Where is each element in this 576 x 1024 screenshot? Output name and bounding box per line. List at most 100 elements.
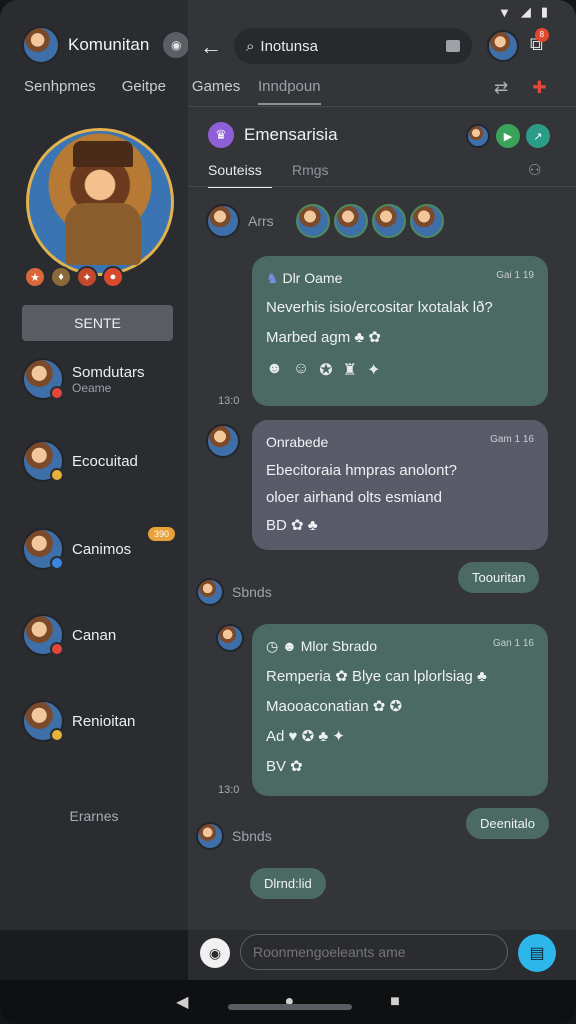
status-dot xyxy=(50,468,64,482)
friend-item[interactable]: Ecocuitad xyxy=(22,440,138,482)
sender-avatar[interactable] xyxy=(216,624,244,652)
hat-shape xyxy=(73,141,133,167)
friend-item[interactable]: Canan xyxy=(22,614,116,656)
message-text: Remperia ✿ Blye can lplorlsiag ♣ xyxy=(266,668,487,685)
notification-icon[interactable]: ⧉ 8 xyxy=(530,28,549,55)
friend-sub: Oeame xyxy=(72,380,112,395)
search-value: Inotunsa xyxy=(260,37,318,55)
sender-row xyxy=(216,624,244,652)
profile-avatar[interactable] xyxy=(487,30,519,62)
friend-name: Ecocuitad xyxy=(72,452,138,470)
video-icon[interactable]: ▶ xyxy=(496,124,520,148)
sender-avatar[interactable] xyxy=(196,578,224,606)
camera-icon[interactable]: ◉ xyxy=(163,32,190,58)
back-arrow-icon[interactable]: ← xyxy=(200,34,222,60)
user-avatar[interactable] xyxy=(22,26,60,64)
tab-rmgs[interactable]: Rmgs xyxy=(292,162,329,178)
count-badge: 390 xyxy=(148,527,176,541)
add-user-icon[interactable]: ⚇ xyxy=(528,161,541,179)
message-text: BD ✿ ♣ xyxy=(266,517,318,534)
send-button[interactable]: ▤ xyxy=(518,934,556,972)
message-title: Onrabede xyxy=(266,434,329,450)
back-nav-icon[interactable]: ◀ xyxy=(176,992,188,1012)
emoji-icon: ✪ xyxy=(319,362,333,379)
app-header: Komunitan ◉ xyxy=(22,26,190,64)
friend-item[interactable]: Renioitan xyxy=(22,700,135,742)
friend-name: Renioitan xyxy=(72,712,136,730)
emoji-icon: ✦ xyxy=(366,362,381,379)
divider xyxy=(188,186,576,187)
tab-senhpmes[interactable]: Senhpmes xyxy=(24,78,96,95)
message-title: ◷ ☻ Mlor Sbrado xyxy=(266,638,377,654)
tab-inndpoun[interactable]: Inndpoun xyxy=(258,78,321,105)
message-bubble[interactable]: Onrabede Gam 1 16 Ebecitoraia hmpras ano… xyxy=(252,420,548,550)
reaction-avatar xyxy=(371,204,406,238)
message-text: BV ✿ xyxy=(266,758,303,775)
message-input[interactable] xyxy=(240,934,508,970)
message-text: Ad ♥ ✪ ♣ ✦ xyxy=(266,728,345,745)
friend-avatar xyxy=(22,700,64,742)
sender-avatar[interactable] xyxy=(196,822,224,850)
search-input[interactable]: ⌕ Inotunsa xyxy=(234,28,472,64)
badge-icon: ♦ xyxy=(50,266,72,288)
friend-avatar xyxy=(22,440,64,482)
camera-icon[interactable]: ◉ xyxy=(200,938,230,968)
message-composer: ◉ ▤ xyxy=(188,930,576,980)
message-text: Maooaconatian ✿ ✪ xyxy=(266,698,403,715)
alert-icon[interactable]: ✚ xyxy=(532,78,546,98)
message-title: ♞ Dlr Oame xyxy=(266,270,343,286)
sender-row: Sbnds xyxy=(196,578,272,606)
message-time: Gai 1 19 xyxy=(496,270,534,281)
sender-name: Sbnds xyxy=(232,828,272,844)
group-actions: ▶ ↗ xyxy=(466,124,550,148)
status-dot xyxy=(50,728,64,742)
reply-chip[interactable]: Toouritan xyxy=(458,562,540,593)
top-bar: ← ⌕ Inotunsa ⧉ 8 xyxy=(188,26,576,66)
hero-character-avatar[interactable] xyxy=(26,128,174,276)
sente-button[interactable]: SENTE xyxy=(22,305,173,341)
left-pane: Komunitan ◉ ★ ♦ ✦ ● SENTE Somdutars Oeam… xyxy=(0,0,190,930)
friend-item[interactable]: Canimos xyxy=(22,528,131,570)
sender-row: Arrs xyxy=(206,204,444,238)
emoji-icon: ♜ xyxy=(342,362,357,379)
badge-icon: ● xyxy=(102,266,124,288)
recents-nav-icon[interactable]: ■ xyxy=(390,993,400,1011)
timestamp: 13:0 xyxy=(218,784,240,796)
sender-name: Arrs xyxy=(248,213,274,229)
group-header: ♛ Emensarisia xyxy=(208,122,338,148)
body-shape xyxy=(65,203,141,265)
reaction-avatar xyxy=(409,204,444,238)
friend-name: Somdutars xyxy=(72,363,145,381)
emoji-row: ☻ ☺ ✪ ♜ ✦ xyxy=(266,360,534,380)
sender-avatar[interactable] xyxy=(206,204,240,238)
sender-name: Sbnds xyxy=(232,584,272,600)
sender-avatar[interactable] xyxy=(206,424,240,458)
tab-souteiss[interactable]: Souteiss xyxy=(208,162,272,188)
achievement-badges: ★ ♦ ✦ ● xyxy=(24,266,124,288)
sender-row xyxy=(206,424,240,458)
home-indicator xyxy=(228,1004,352,1010)
message-text: Neverhis isio/ercositar lxotalak lð? xyxy=(266,299,493,316)
clock-icon: ◷ xyxy=(266,638,279,654)
status-bar: ▼ ◢ ▮ xyxy=(0,0,576,24)
badge-icon: ✦ xyxy=(76,266,98,288)
reply-chip[interactable]: Dlrnd:lid xyxy=(250,868,326,899)
lock-icon xyxy=(446,40,460,52)
member-avatar[interactable] xyxy=(466,124,490,148)
friend-name: Canimos xyxy=(72,540,132,558)
tab-games[interactable]: Games xyxy=(192,78,240,95)
reply-chip[interactable]: Deenitalo xyxy=(466,808,549,839)
share-icon[interactable]: ↗ xyxy=(526,124,550,148)
divider xyxy=(188,106,576,107)
timestamp: 13:0 xyxy=(218,395,240,407)
tab-geitpe[interactable]: Geitpe xyxy=(122,78,166,95)
emoji-icon: ☺ xyxy=(292,360,310,377)
left-footer-link[interactable]: Erarnes xyxy=(0,808,188,824)
system-nav-bar: ◀ ● ■ xyxy=(0,980,576,1024)
friend-item[interactable]: Somdutars Oeame xyxy=(22,358,145,400)
message-bubble[interactable]: ◷ ☻ Mlor Sbrado Gan 1 16 Remperia ✿ Blye… xyxy=(252,624,548,796)
message-time: Gam 1 16 xyxy=(490,434,534,445)
switch-icon[interactable]: ⇄ xyxy=(494,78,508,98)
wifi-icon: ▼ xyxy=(497,4,511,20)
message-bubble[interactable]: ♞ Dlr Oame Gai 1 19 Neverhis isio/ercosi… xyxy=(252,256,548,406)
